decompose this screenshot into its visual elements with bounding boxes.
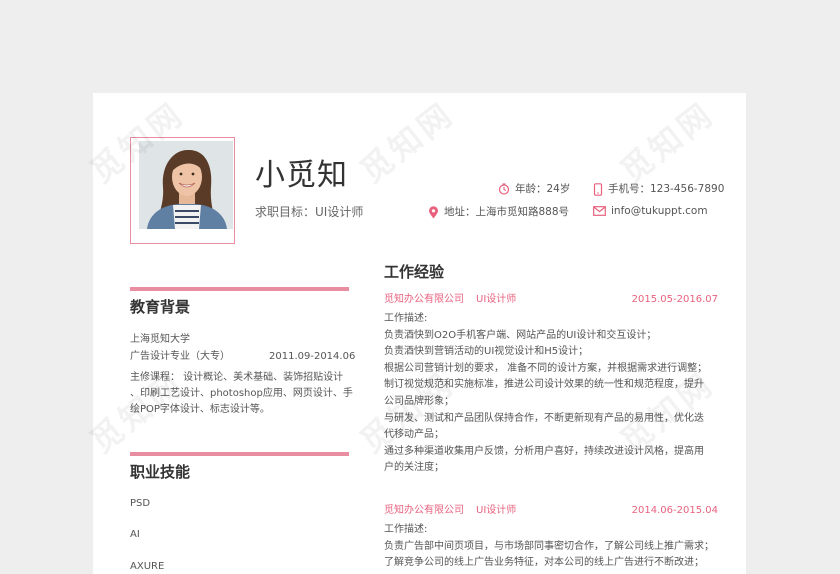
- education-period: 2011.09-2014.06: [269, 351, 356, 362]
- job-company: 觅知办公有限公司: [384, 294, 464, 305]
- job-period: 2014.06-2015.04: [631, 505, 718, 516]
- job-line: 工作描述:: [384, 313, 428, 324]
- job-line: 负责广告部中间页项目，与市场部同事密切合作，了解公司线上推广需求；: [384, 540, 714, 552]
- job-line: 了解竞争公司的线上广告业务特征，对本公司的线上广告进行不断改进；: [384, 557, 704, 569]
- courses-line: 主修课程： 设计概论、美术基础、装饰招贴设计: [130, 372, 344, 383]
- job-line: 制订视觉规范和实施标准，推进公司设计效果的统一性和规范程度，提升: [384, 379, 704, 391]
- job-objective: 求职目标：UI设计师: [255, 205, 364, 219]
- mobile-phone-icon: [593, 183, 603, 196]
- job-period: 2015.05-2016.07: [631, 294, 718, 305]
- job-line: 负责酒快到O2O手机客户端、网站产品的UI设计和交互设计；: [384, 329, 657, 341]
- clock-icon: [498, 183, 510, 195]
- resume-page: 小觅知 求职目标：UI设计师 年龄：24岁 手机号：123-456-7890 地…: [93, 93, 746, 574]
- envelope-icon: [593, 206, 606, 217]
- major-name: 广告设计专业（大专）: [130, 351, 230, 362]
- address-text: 地址：上海市觅知路888号: [444, 206, 570, 219]
- skills-title: 职业技能: [130, 463, 191, 481]
- job-company: 觅知办公有限公司: [384, 505, 464, 516]
- address-info: 地址：上海市觅知路888号: [428, 206, 569, 219]
- skill-item: AI: [130, 529, 140, 540]
- email-text: info@tukuppt.com: [611, 205, 708, 217]
- job-line: 代移动产品；: [384, 429, 444, 441]
- job-line: 通过多种渠道收集用户反馈，分析用户喜好，持续改进设计风格，提高用: [384, 445, 704, 457]
- school-name: 上海觅知大学: [130, 334, 190, 345]
- job-header: 觅知办公有限公司 UI设计师 2015.05-2016.07: [384, 295, 718, 305]
- job-line: 与研发、测试和产品团队保持合作，不断更新现有产品的易用性，优化迭: [384, 412, 704, 424]
- job-description: 工作描述: 负责酒快到O2O手机客户端、网站产品的UI设计和交互设计； 负责酒快…: [384, 311, 724, 477]
- age-text: 年龄：24岁: [515, 182, 571, 195]
- age-info: 年龄：24岁: [498, 183, 570, 195]
- courses-line: 、印刷工艺设计、photoshop应用、网页设计、手: [130, 388, 353, 399]
- job-line: 工作描述:: [384, 524, 428, 535]
- job-description: 工作描述: 负责广告部中间页项目，与市场部同事密切合作，了解公司线上推广需求； …: [384, 522, 724, 572]
- education-title: 教育背景: [130, 298, 191, 316]
- job-line: 户的关注度；: [384, 462, 444, 474]
- section-divider: [130, 287, 349, 291]
- phone-text: 手机号：123-456-7890: [608, 183, 725, 196]
- candidate-name: 小觅知: [255, 158, 348, 193]
- courses-text: 主修课程： 设计概论、美术基础、装饰招贴设计 、印刷工艺设计、photoshop…: [130, 370, 360, 418]
- location-pin-icon: [429, 206, 438, 219]
- section-divider: [130, 452, 349, 456]
- skill-item: PSD: [130, 498, 151, 509]
- phone-info: 手机号：123-456-7890: [593, 183, 724, 196]
- job-role: UI设计师: [476, 505, 517, 516]
- job-line: 负责酒快到营销活动的UI视觉设计和H5设计；: [384, 346, 589, 358]
- job-header: 觅知办公有限公司 UI设计师 2014.06-2015.04: [384, 506, 718, 516]
- job-line: 公司品牌形象；: [384, 395, 454, 407]
- job-line: 根据公司营销计划的要求， 准备不同的设计方案，并根据需求进行调整；: [384, 362, 708, 374]
- skill-item: AXURE: [130, 561, 165, 572]
- courses-line: 绘POP字体设计、标志设计等。: [130, 404, 270, 415]
- job-role: UI设计师: [476, 294, 517, 305]
- profile-photo: [139, 141, 233, 229]
- work-title: 工作经验: [384, 263, 445, 281]
- email-info: info@tukuppt.com: [593, 206, 708, 217]
